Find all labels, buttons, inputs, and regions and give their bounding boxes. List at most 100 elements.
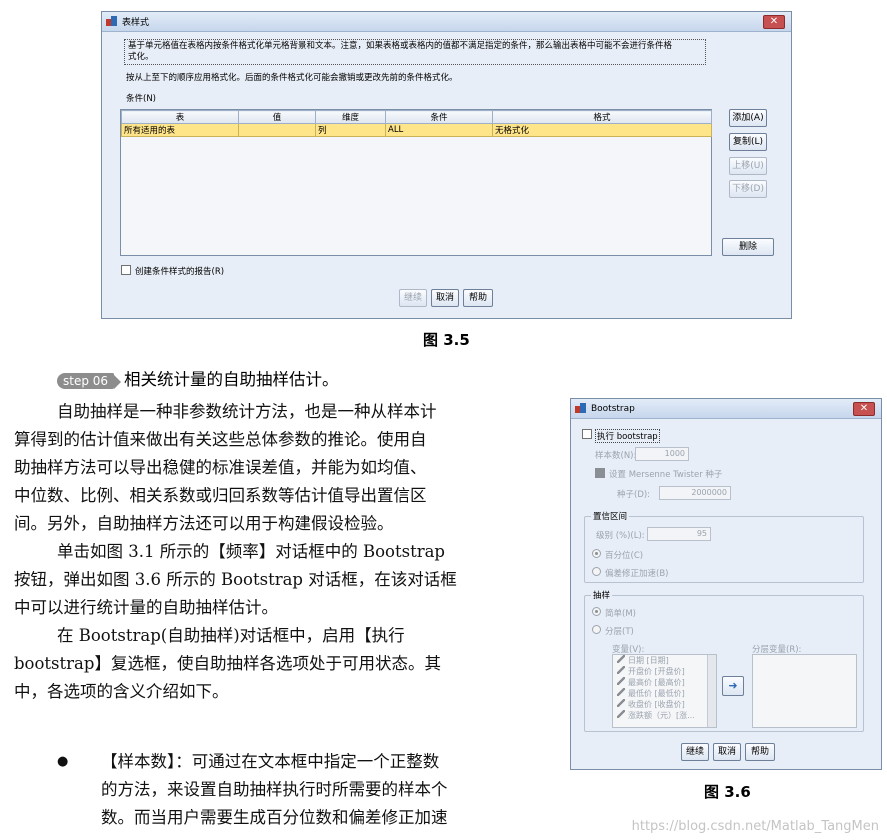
delete-button[interactable]: 删除 (722, 238, 774, 256)
seed-input[interactable]: 2000000 (659, 486, 731, 500)
cell-value[interactable] (238, 123, 316, 137)
body-line: 算得到的估计值来做出有关这些总体参数的推论。使用自 (14, 430, 427, 449)
spss-app-icon (106, 15, 118, 28)
table-row[interactable]: 所有适用的表 列 ALL 无格式化 (121, 123, 712, 137)
description-line-2: 式化。 (128, 52, 154, 62)
samples-input[interactable]: 1000 (635, 447, 689, 461)
bootstrap-dialog: Bootstrap ✕ 执行 bootstrap 样本数(N): 1000 设置… (570, 398, 882, 770)
bootstrap-title: Bootstrap (591, 403, 635, 414)
step-badge: step 06 (57, 373, 122, 389)
body-line: 中，各选项的含义介绍如下。 (14, 682, 229, 701)
stratified-radio[interactable] (592, 625, 601, 634)
conditions-label: 条件(N) (126, 94, 156, 104)
ruler-pencil-icon (617, 677, 625, 685)
cell-dimension[interactable]: 列 (315, 123, 386, 137)
continue-button[interactable]: 继续 (399, 289, 427, 307)
body-line: 单击如图 3.1 所示的【频率】对话框中的 Bootstrap (57, 542, 445, 561)
bullet-line: 数。而当用户需要生成百分位数和偏差修正加速 (101, 808, 448, 827)
ruler-pencil-icon (617, 710, 625, 718)
cancel-button[interactable]: 取消 (431, 289, 459, 307)
report-checkbox[interactable] (121, 265, 131, 275)
dialog-titlebar: 表样式 ✕ (102, 12, 791, 32)
bootstrap-titlebar: Bootstrap ✕ (571, 399, 881, 419)
ruler-pencil-icon (617, 699, 625, 707)
body-paragraphs: 自助抽样是一种非参数统计方法，也是一种从样本计 算得到的估计值来做出有关这些总体… (14, 398, 544, 706)
list-item[interactable]: 涨跌额（元）[涨... (613, 710, 716, 721)
description-line-1: 基于单元格值在表格内按条件格式化单元格背景和文本。注意，如果表格或表格内的值都不… (128, 41, 673, 51)
percentile-radio[interactable] (592, 549, 601, 558)
report-checkbox-label: 创建条件样式的报告(R) (135, 267, 225, 277)
perform-bootstrap-label: 执行 bootstrap (595, 429, 660, 443)
variables-listbox[interactable]: 日期 [日期] 开盘价 [开盘价] 最高价 [最高价] 最低价 [最低价] 收盘… (612, 654, 717, 728)
figure-caption-3-6: 图 3.6 (704, 783, 751, 801)
col-header-table[interactable]: 表 (121, 110, 239, 124)
col-header-dimension[interactable]: 维度 (315, 110, 386, 124)
bullet-line: 【样本数】：可通过在文本框中指定一个正整数 (101, 752, 440, 771)
percentile-label: 百分位(C) (605, 551, 644, 561)
listbox-scrollbar[interactable] (707, 655, 716, 727)
list-item[interactable]: 收盘价 [收盘价] (613, 699, 716, 710)
body-line: 按钮，弹出如图 3.6 所示的 Bootstrap 对话框，在该对话框 (14, 570, 457, 589)
close-icon[interactable]: ✕ (853, 402, 875, 416)
description-box: 基于单元格值在表格内按条件格式化单元格背景和文本。注意，如果表格或表格内的值都不… (124, 39, 706, 65)
bca-radio[interactable] (592, 567, 601, 576)
level-input[interactable]: 95 (647, 527, 711, 541)
list-item[interactable]: 最高价 [最高价] (613, 677, 716, 688)
sampling-group: 抽样 简单(M) 分层(T) 变量(V): 日期 [日期] 开盘价 [开盘价] … (584, 589, 864, 732)
list-item[interactable]: 日期 [日期] (613, 655, 716, 666)
col-header-value[interactable]: 值 (238, 110, 316, 124)
cancel-button[interactable]: 取消 (713, 743, 741, 761)
list-item[interactable]: 开盘价 [开盘价] (613, 666, 716, 677)
figure-caption-3-5: 图 3.5 (423, 331, 470, 349)
table-style-dialog: 表样式 ✕ 基于单元格值在表格内按条件格式化单元格背景和文本。注意，如果表格或表… (101, 11, 792, 319)
col-header-format[interactable]: 格式 (492, 110, 712, 124)
bullet-item: ● 【样本数】：可通过在文本框中指定一个正整数 的方法，来设置自助抽样执行时所需… (57, 748, 547, 832)
seed-label: 种子(D): (617, 490, 651, 500)
strata-listbox[interactable] (752, 654, 857, 728)
body-line: 自助抽样是一种非参数统计方法，也是一种从样本计 (57, 402, 437, 421)
samples-label: 样本数(N): (595, 451, 637, 461)
sampling-group-title: 抽样 (591, 589, 613, 601)
bca-label: 偏差修正加速(B) (605, 569, 669, 579)
move-right-arrow-button[interactable]: ➜ (722, 676, 744, 696)
add-button[interactable]: 添加(A) (729, 109, 767, 127)
body-line: 在 Bootstrap(自助抽样)对话框中，启用【执行 (57, 626, 405, 645)
mersenne-label: 设置 Mersenne Twister 种子 (609, 470, 723, 480)
body-line: 中可以进行统计量的自助抽样估计。 (14, 598, 278, 617)
mersenne-checkbox[interactable] (595, 468, 605, 478)
ruler-pencil-icon (617, 655, 625, 663)
conditions-grid: 表 值 维度 条件 格式 所有适用的表 列 ALL 无格式化 (121, 110, 712, 137)
perform-bootstrap-checkbox[interactable] (582, 429, 592, 439)
step-heading: step 06 相关统计量的自助抽样估计。 (57, 366, 339, 390)
simple-label: 简单(M) (605, 609, 636, 619)
bullet-dot: ● (57, 754, 69, 769)
body-line: 中位数、比例、相关系数或归回系数等估计值导出置信区 (14, 486, 427, 505)
bullet-line: 的方法，来设置自助抽样执行时所需要的样本个 (101, 780, 448, 799)
cell-condition[interactable]: ALL (385, 123, 493, 137)
body-line: bootstrap】复选框，使自助抽样各选项处于可用状态。其 (14, 654, 441, 673)
continue-button[interactable]: 继续 (681, 743, 709, 761)
help-button[interactable]: 帮助 (745, 743, 775, 761)
cell-table[interactable]: 所有适用的表 (121, 123, 239, 137)
table-header-row: 表 值 维度 条件 格式 (121, 110, 712, 124)
step-title: 相关统计量的自助抽样估计。 (124, 370, 339, 389)
watermark: https://blog.csdn.net/Matlab_TangMen (631, 819, 879, 834)
ruler-pencil-icon (617, 688, 625, 696)
list-item[interactable]: 最低价 [最低价] (613, 688, 716, 699)
col-header-condition[interactable]: 条件 (385, 110, 493, 124)
body-line: 助抽样方法可以导出稳健的标准误差值，并能为如均值、 (14, 458, 427, 477)
confidence-interval-group: 置信区间 级别 (%)(L): 95 百分位(C) 偏差修正加速(B) (584, 510, 864, 583)
spss-app-icon (575, 402, 587, 415)
help-button[interactable]: 帮助 (463, 289, 493, 307)
ci-group-title: 置信区间 (591, 510, 630, 522)
ruler-pencil-icon (617, 666, 625, 674)
simple-radio[interactable] (592, 607, 601, 616)
move-up-button[interactable]: 上移(U) (729, 157, 767, 175)
close-icon[interactable]: ✕ (763, 15, 785, 29)
order-note: 按从上至下的顺序应用格式化。后面的条件格式化可能会撤销或更改先前的条件格式化。 (126, 73, 458, 83)
cell-format[interactable]: 无格式化 (492, 123, 712, 137)
copy-button[interactable]: 复制(L) (729, 133, 767, 151)
move-down-button[interactable]: 下移(D) (729, 180, 767, 198)
level-label: 级别 (%)(L): (596, 531, 645, 541)
conditions-table[interactable]: 表 值 维度 条件 格式 所有适用的表 列 ALL 无格式化 (120, 109, 712, 256)
